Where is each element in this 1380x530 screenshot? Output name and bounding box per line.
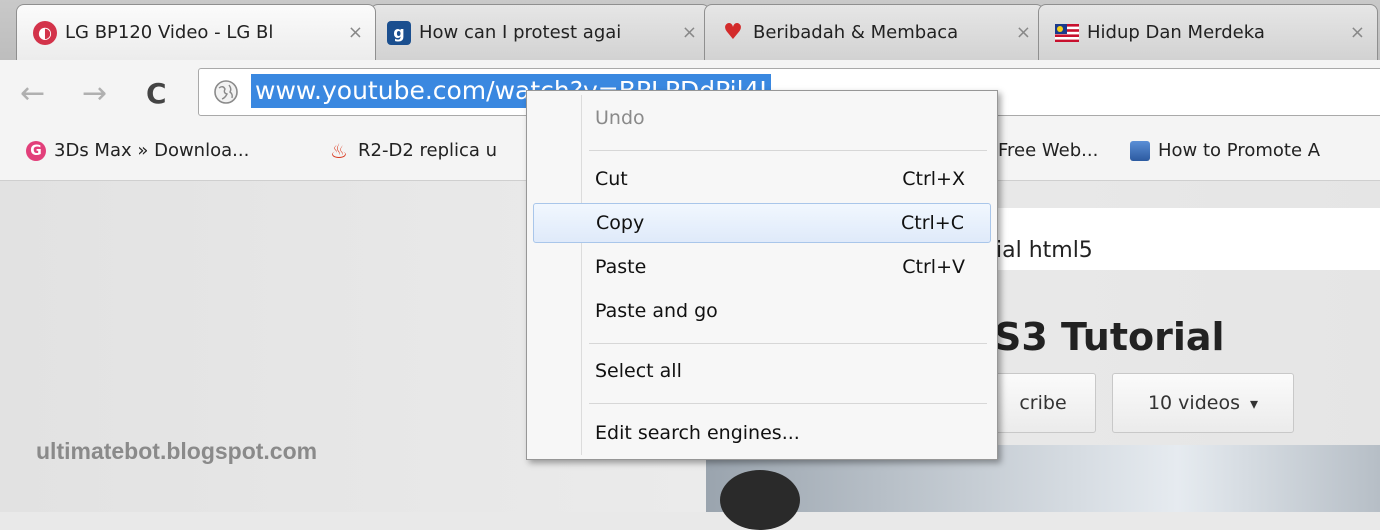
bookmark-3ds-max[interactable]: G 3Ds Max » Downloa... (26, 140, 249, 161)
bookmark-free-web[interactable]: Free Web... (998, 140, 1098, 161)
menu-item-copy[interactable]: Copy Ctrl+C (533, 203, 991, 243)
videos-label: 10 videos (1147, 392, 1240, 414)
menu-item-select-all[interactable]: Select all (533, 351, 991, 391)
bookmark-how-to-promote[interactable]: How to Promote A (1130, 140, 1320, 161)
menu-item-paste[interactable]: Paste Ctrl+V (533, 247, 991, 287)
g-circle-icon: G (26, 140, 46, 161)
tab-strip: ◐ LG BP120 Video - LG Bl × g How can I p… (0, 0, 1380, 60)
menu-item-label: Paste and go (595, 300, 718, 322)
bookmark-label: Free Web... (998, 140, 1099, 161)
close-icon[interactable]: × (1016, 22, 1031, 43)
menu-item-undo[interactable]: Undo (533, 98, 991, 138)
menu-item-edit-search-engines[interactable]: Edit search engines... (533, 413, 991, 453)
menu-item-label: Select all (595, 360, 682, 382)
videos-dropdown-button[interactable]: 10 videos ▾ (1112, 373, 1294, 433)
menu-item-shortcut: Ctrl+C (901, 212, 964, 234)
menu-item-label: Undo (595, 107, 645, 129)
menu-divider (589, 343, 987, 344)
tab-title: Hidup Dan Merdeka (1087, 22, 1265, 43)
globe-icon (213, 79, 239, 109)
bookmark-label: 3Ds Max » Downloa... (54, 140, 250, 161)
menu-divider (589, 150, 987, 151)
tab-guardian[interactable]: g How can I protest agai × (370, 4, 710, 60)
guardian-g-icon: g (387, 20, 411, 45)
back-arrow-icon[interactable]: ← (20, 76, 45, 112)
bookmark-r2d2[interactable]: ♨ R2-D2 replica u (330, 140, 497, 161)
malaysia-flag-icon (1055, 21, 1079, 45)
chevron-down-icon: ▾ (1249, 393, 1259, 413)
menu-item-shortcut: Ctrl+X (902, 168, 965, 190)
lg-logo-icon: ◐ (33, 20, 57, 45)
close-icon[interactable]: × (682, 22, 697, 43)
watermark: ultimatebot.blogspot.com (36, 438, 318, 464)
menu-item-label: Edit search engines... (595, 422, 800, 444)
promote-icon (1130, 140, 1150, 161)
menu-item-paste-and-go[interactable]: Paste and go (533, 291, 991, 331)
forward-arrow-icon[interactable]: → (82, 76, 107, 112)
tab-hidup-dan-merdeka[interactable]: Hidup Dan Merdeka × (1038, 4, 1378, 60)
tab-title: How can I protest agai (419, 22, 622, 43)
context-menu: Undo Cut Ctrl+X Copy Ctrl+C Paste Ctrl+V… (526, 90, 998, 460)
fire-icon: ♨ (330, 138, 348, 163)
close-icon[interactable]: × (348, 22, 363, 43)
menu-item-shortcut: Ctrl+V (902, 256, 965, 278)
menu-divider (589, 403, 987, 404)
menu-item-label: Copy (596, 212, 645, 234)
tab-title: LG BP120 Video - LG Bl (65, 22, 274, 43)
thumbnail-figure (720, 470, 800, 530)
menu-item-cut[interactable]: Cut Ctrl+X (533, 159, 991, 199)
bookmark-label: R2-D2 replica u (358, 140, 498, 161)
subscribe-label: cribe (1019, 392, 1067, 414)
search-query[interactable]: ial html5 (996, 238, 1093, 263)
tab-title: Beribadah & Membaca (753, 22, 959, 43)
close-icon[interactable]: × (1350, 22, 1365, 43)
tab-beribadah[interactable]: ♥ Beribadah & Membaca × (704, 4, 1044, 60)
menu-item-label: Cut (595, 168, 628, 190)
tab-lg-video[interactable]: ◐ LG BP120 Video - LG Bl × (16, 4, 376, 60)
menu-item-label: Paste (595, 256, 647, 278)
bookmark-label: How to Promote A (1158, 140, 1321, 161)
channel-title: S3 Tutorial (994, 315, 1225, 359)
reload-icon[interactable]: C (146, 76, 167, 112)
heart-luv-icon: ♥ (723, 20, 743, 45)
